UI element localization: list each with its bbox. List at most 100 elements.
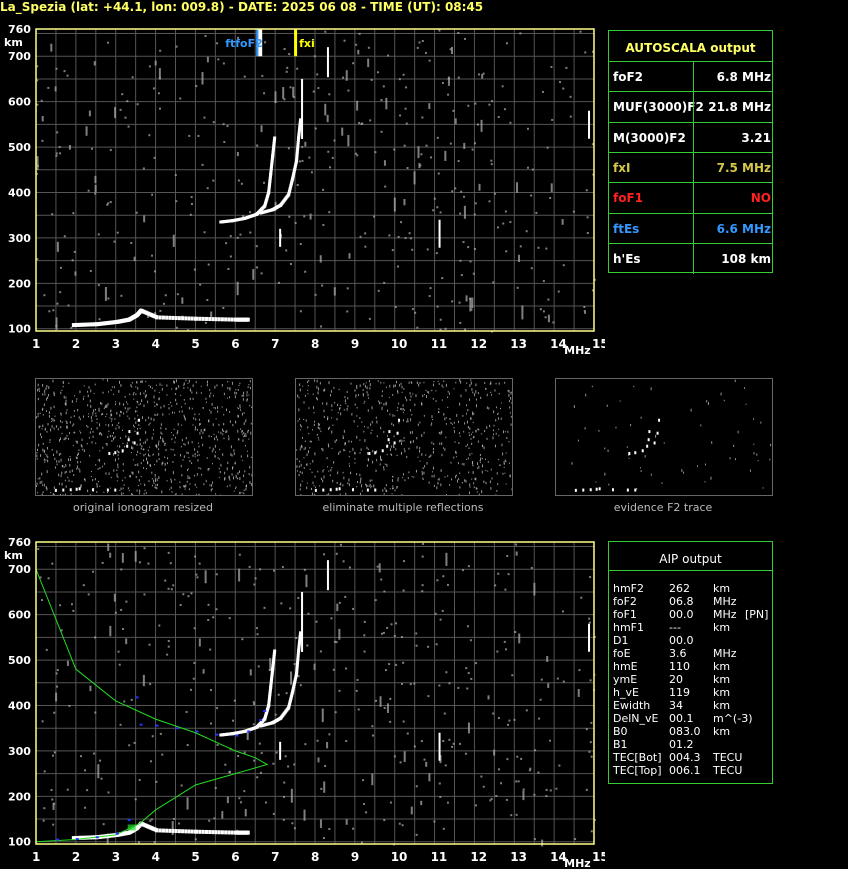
noise-dot <box>99 759 102 762</box>
noise-dot <box>444 764 447 767</box>
thumb-noise <box>240 455 242 458</box>
thumb-noise <box>432 397 434 400</box>
thumb-noise <box>496 413 498 416</box>
thumb-noise <box>312 459 314 463</box>
thumb-noise <box>449 417 451 421</box>
noise-dot <box>501 85 504 88</box>
thumb-trace <box>368 452 371 456</box>
thumb-noise <box>410 440 412 444</box>
ftfoF2-label: ftfoF2 <box>225 37 263 50</box>
noise-dot <box>238 797 241 800</box>
noise-dot <box>390 623 393 626</box>
thumb-noise <box>299 460 301 463</box>
thumb-noise <box>73 415 75 417</box>
thumb-noise <box>211 488 213 490</box>
aip-key: hmF2 <box>613 582 645 595</box>
noise-dot <box>396 265 399 268</box>
thumb-noise <box>164 468 166 472</box>
noise-dot <box>326 114 329 123</box>
autoscala-row: foF1 NO <box>609 182 772 214</box>
noise-dot <box>415 644 418 647</box>
thumb-noise <box>343 448 345 452</box>
thumb-noise <box>139 402 141 405</box>
noise-dot <box>388 663 391 666</box>
thumb-noise <box>162 413 164 416</box>
noise-dot <box>243 790 246 793</box>
thumb-noise <box>182 459 184 461</box>
thumb-noise <box>206 383 208 387</box>
thumb-noise <box>423 431 425 434</box>
noise-dot <box>123 700 126 703</box>
thumb-noise <box>406 455 408 459</box>
thumb-noise <box>331 466 333 469</box>
thumb-noise <box>317 391 319 395</box>
thumb-noise <box>346 391 348 393</box>
thumb-noise <box>101 465 103 468</box>
thumb-noise <box>81 438 83 441</box>
thumb-noise <box>41 472 43 476</box>
noise-dot <box>406 732 409 735</box>
thumb-noise <box>431 418 433 421</box>
thumb-noise <box>231 473 233 476</box>
thumb-noise <box>449 484 451 486</box>
thumb-noise <box>191 407 193 410</box>
thumb-noise <box>245 485 247 488</box>
thumb-noise <box>243 412 245 414</box>
thumb-noise <box>498 382 500 385</box>
thumb-noise <box>239 491 241 495</box>
noise-dot <box>202 669 205 674</box>
thumb-noise <box>431 471 433 473</box>
thumb-noise <box>48 386 50 389</box>
noise-dot <box>321 284 324 287</box>
noise-dot <box>319 819 322 829</box>
thumb-noise <box>239 409 241 411</box>
thumb-noise <box>205 480 207 483</box>
thumb-noise <box>469 384 471 388</box>
thumb-noise <box>500 402 502 404</box>
noise-dot <box>134 551 137 562</box>
y-tick-label: 500 <box>8 654 31 667</box>
y-tick-label: 300 <box>8 745 31 758</box>
noise-dot <box>249 231 252 234</box>
noise-dot <box>185 710 188 713</box>
thumb-noise <box>317 426 319 429</box>
thumb-noise <box>111 435 113 437</box>
noise-dot <box>175 45 178 48</box>
thumb-noise <box>470 381 472 385</box>
x-tick-label: 12 <box>470 850 487 864</box>
noise-dot <box>476 123 479 126</box>
thumb-noise <box>326 402 328 406</box>
thumb-noise <box>469 486 471 488</box>
thumb-noise <box>383 430 385 434</box>
thumb-noise <box>313 485 315 487</box>
noise-dot <box>459 259 462 262</box>
thumb-noise <box>378 400 380 403</box>
noise-dot <box>473 248 476 251</box>
x-tick-label: 3 <box>112 337 120 351</box>
thumb-noise <box>380 402 382 404</box>
thumb-noise <box>484 382 486 384</box>
thumb-noise <box>134 410 136 413</box>
noise-dot <box>335 552 338 555</box>
thumb-noise <box>247 386 249 389</box>
thumb-noise <box>419 449 421 453</box>
thumb-noise <box>393 444 395 448</box>
thumb-noise <box>139 443 141 446</box>
thumb-noise <box>136 406 138 409</box>
thumb-noise <box>472 460 474 464</box>
thumb-noise <box>196 391 198 394</box>
thumb-noise <box>468 471 470 474</box>
noise-dot <box>274 91 277 104</box>
noise-dot <box>477 73 480 76</box>
thumb-noise <box>510 415 512 418</box>
noise-dot <box>87 189 90 192</box>
thumb-noise <box>105 424 107 426</box>
thumb-noise <box>389 488 391 490</box>
thumb-noise <box>148 453 150 457</box>
thumb-noise <box>177 423 179 426</box>
noise-dot <box>70 603 73 606</box>
thumb-noise <box>310 440 312 443</box>
thumb-noise <box>196 473 198 476</box>
noise-dot <box>244 809 247 817</box>
thumb-noise <box>504 381 506 384</box>
